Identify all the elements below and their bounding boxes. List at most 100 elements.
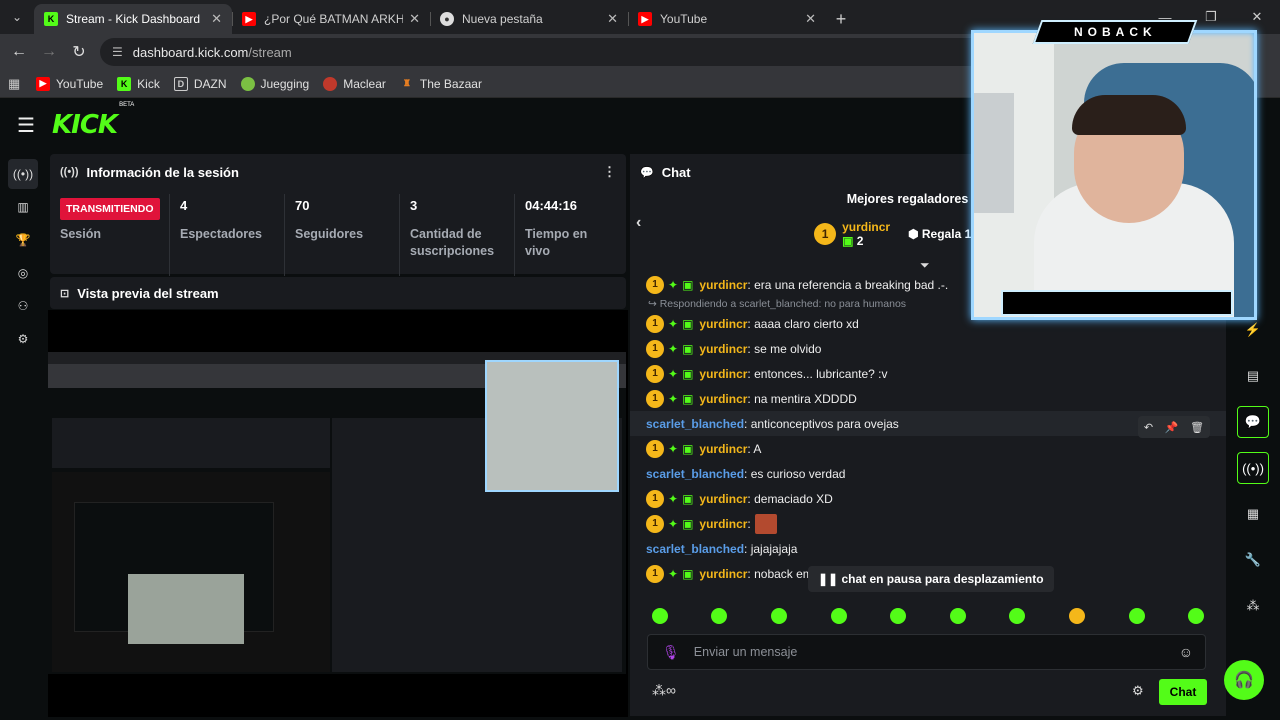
chat-username[interactable]: yurdincr (699, 367, 747, 381)
emote-icon[interactable] (1128, 608, 1145, 624)
chat-settings-icon[interactable]: ⚙ (1132, 683, 1144, 699)
tab-search-icon[interactable]: ⌄ (0, 0, 34, 34)
logo-text: KICK (52, 110, 118, 140)
chat-message: scarlet_blanched: jajajajaja (630, 536, 1226, 561)
stream-preview[interactable] (48, 310, 628, 717)
bookmark-dazn[interactable]: D DAZN (173, 76, 227, 91)
kick-logo[interactable]: KICKBETA (52, 102, 134, 140)
chat-username[interactable]: yurdincr (699, 442, 747, 456)
notes-icon[interactable]: ▤ (1237, 360, 1269, 392)
chat-message-input[interactable]: 🎙 Enviar un mensaje ☺ (647, 634, 1206, 670)
preview-header: ⊡ Vista previa del stream (50, 277, 626, 309)
stat-label: Sesión (60, 227, 101, 241)
reload-icon[interactable]: ↻ (64, 37, 94, 67)
tab-title: Nueva pestaña (462, 12, 543, 26)
emote-icon[interactable] (651, 608, 668, 624)
pin-icon[interactable]: 📌 (1165, 421, 1179, 434)
chevron-left-icon[interactable]: ‹ (636, 214, 641, 232)
close-icon[interactable]: ✕ (805, 11, 816, 27)
chat-username[interactable]: scarlet_blanched (646, 467, 744, 481)
chrome-icon: ● (440, 12, 454, 26)
trophy-icon[interactable]: 🏆 (8, 225, 38, 255)
chat-username[interactable]: yurdincr (699, 278, 747, 292)
broadcast-toggle-icon[interactable]: ((•)) (1237, 452, 1269, 484)
reply-icon[interactable]: ↶ (1144, 421, 1153, 434)
chat-username[interactable]: yurdincr (699, 342, 747, 356)
chat-username[interactable]: yurdincr (699, 567, 747, 581)
kick-points-icon[interactable]: ⁂∞ (652, 682, 676, 699)
url-input[interactable]: ☰ dashboard.kick.com/stream (100, 38, 1000, 66)
tab-batman[interactable]: ▶ ¿Por Qué BATMAN ARKHAM AS ✕ (232, 4, 430, 34)
emote-icon[interactable] (770, 608, 787, 624)
sub-badge-icon: ▣ (682, 491, 694, 506)
tab-kick-dashboard[interactable]: K Stream - Kick Dashboard ✕ (34, 4, 232, 34)
menu-icon[interactable]: ☰ (0, 113, 52, 138)
input-placeholder: Enviar un mensaje (693, 645, 798, 659)
gifter-name[interactable]: yurdincr (842, 220, 890, 234)
emoji-icon[interactable]: ☺ (1179, 644, 1193, 660)
chat-title: Chat (661, 164, 691, 180)
chat-username[interactable]: yurdincr (699, 317, 747, 331)
verified-badge-icon: ✦ (668, 366, 679, 381)
analytics-icon[interactable]: ▥ (8, 192, 38, 222)
bookmark-maclear[interactable]: Maclear (323, 76, 386, 91)
chat-toggle-icon[interactable]: 💬 (1237, 406, 1269, 438)
chat-username[interactable]: yurdincr (699, 492, 747, 506)
tab-youtube[interactable]: ▶ YouTube ✕ (628, 4, 826, 34)
close-icon[interactable]: ✕ (409, 11, 420, 27)
emote-bar (630, 602, 1226, 630)
stat-value: 3 (410, 198, 418, 213)
emote-icon[interactable] (1188, 608, 1205, 624)
stat-uptime: 04:44:16 Tiempo en vivo (515, 194, 625, 276)
bookmark-the-bazaar[interactable]: ♜ The Bazaar (400, 77, 482, 91)
moderation-icon[interactable]: ◎ (8, 258, 38, 288)
emote-icon[interactable] (890, 608, 907, 624)
close-icon[interactable]: ✕ (607, 11, 618, 27)
chat-username[interactable]: scarlet_blanched (646, 417, 744, 431)
media-icon[interactable]: ▦ (1237, 498, 1269, 530)
chat-username[interactable]: yurdincr (699, 517, 747, 531)
emote-icon[interactable] (711, 608, 728, 624)
scroll-down-icon[interactable]: ⏷ (920, 258, 930, 273)
back-icon[interactable]: ← (4, 37, 34, 67)
more-options-icon[interactable]: ⋮ (603, 164, 616, 180)
bookmark-label: DAZN (193, 76, 227, 91)
emote-icon[interactable] (949, 608, 966, 624)
broadcast-icon[interactable]: ((•)) (8, 159, 38, 189)
tab-new-tab[interactable]: ● Nueva pestaña ✕ (430, 4, 628, 34)
emote-icon[interactable] (1068, 608, 1085, 624)
delete-icon[interactable]: 🗑 (1190, 421, 1204, 434)
chat-username[interactable]: scarlet_blanched (646, 542, 744, 556)
emote-image (754, 513, 777, 534)
wrench-icon[interactable]: 🔧 (1237, 544, 1269, 576)
verified-badge-icon: ✦ (668, 441, 679, 456)
close-icon[interactable]: ✕ (211, 11, 222, 27)
settings-icon[interactable]: ⚙ (8, 324, 38, 354)
bookmark-youtube[interactable]: ▶ YouTube (36, 76, 104, 91)
chat-text: : jajajajaja (744, 541, 798, 556)
chat-username[interactable]: yurdincr (699, 392, 747, 406)
send-chat-button[interactable]: Chat (1159, 679, 1207, 705)
users-icon[interactable]: ⚇ (8, 291, 38, 321)
mic-icon[interactable]: 🎙 (662, 644, 680, 661)
help-headset-icon[interactable]: 🎧 (1224, 660, 1264, 700)
apps-grid-icon[interactable]: ▦ (8, 76, 36, 92)
chat-paused-button[interactable]: ❚❚ chat en pausa para desplazamiento (808, 566, 1054, 592)
bookmark-kick[interactable]: K Kick (117, 76, 160, 91)
chat-text: : na mentira XDDDD (747, 391, 857, 406)
stat-followers: 70 Seguidores (285, 194, 400, 276)
emote-icon[interactable] (830, 608, 847, 624)
forward-icon[interactable]: → (34, 37, 64, 67)
integrations-icon[interactable]: ⁂ (1237, 590, 1269, 622)
stat-value: 4 (180, 198, 188, 213)
chat-text: : entonces... lubricante? :v (747, 366, 888, 381)
bookmark-juegging[interactable]: Juegging (240, 76, 309, 91)
emote-icon[interactable] (1009, 608, 1026, 624)
stat-subscriptions: 3 Cantidad de suscripciones (400, 194, 515, 276)
site-info-icon[interactable]: ☰ (112, 45, 123, 59)
stat-label: Tiempo en vivo (525, 227, 588, 258)
left-rail: ((•)) ▥ 🏆 ◎ ⚇ ⚙ (0, 159, 46, 357)
session-title: Información de la sesión (86, 164, 239, 180)
new-tab-icon[interactable]: + (826, 4, 856, 34)
bookmark-label: YouTube (56, 76, 104, 91)
